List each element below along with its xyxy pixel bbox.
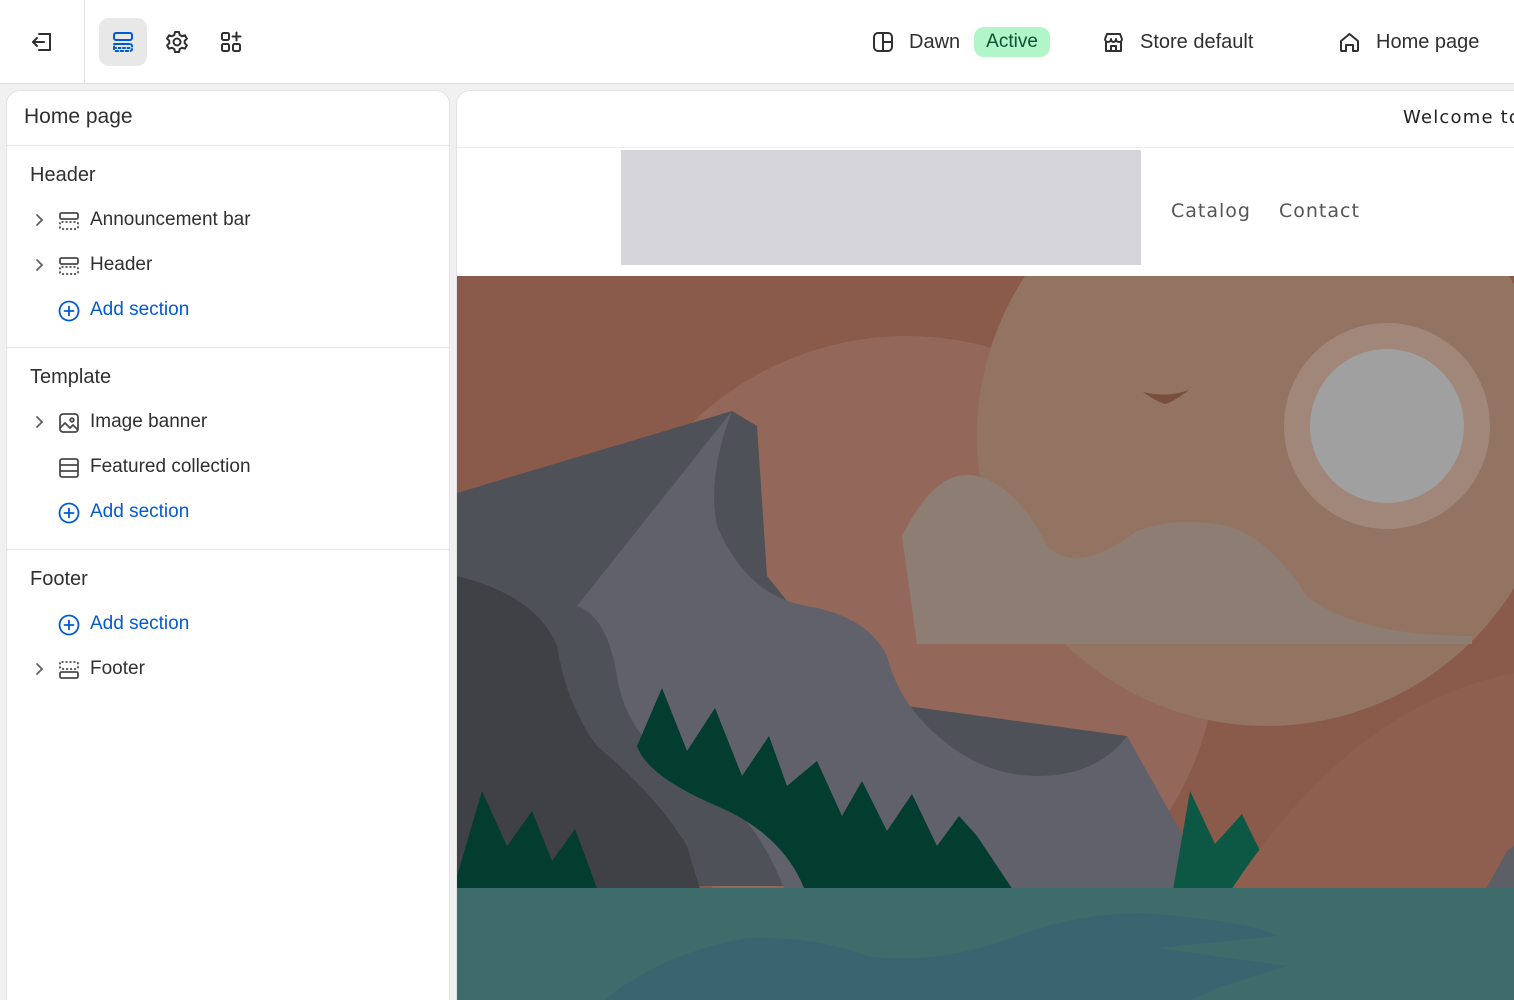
store-header[interactable]: Catalog Contact: [457, 148, 1514, 276]
store-preview: Welcome to Catalog Contact: [456, 90, 1514, 1000]
template-group: Template Image banner Featured collectio…: [7, 348, 449, 550]
announcement-bar[interactable]: Welcome to: [457, 91, 1514, 148]
theme-selector[interactable]: Dawn Active: [871, 22, 1050, 62]
theme-settings-button[interactable]: [153, 18, 201, 66]
editor-topbar: Dawn Active Store default Home page: [0, 0, 1514, 84]
chevron-right-icon[interactable]: [31, 212, 47, 228]
section-announcement-bar[interactable]: Announcement bar: [7, 198, 449, 243]
chevron-right-icon[interactable]: [31, 414, 47, 430]
group-title: Footer: [30, 568, 88, 590]
chevron-right-icon[interactable]: [31, 257, 47, 273]
add-section-label: Add section: [90, 501, 190, 522]
section-icon: [57, 254, 81, 278]
plus-circle-icon: [57, 501, 81, 525]
section-label: Image banner: [90, 411, 208, 432]
theme-status-badge: Active: [974, 27, 1050, 57]
image-icon: [57, 411, 81, 435]
section-footer[interactable]: Footer: [7, 647, 449, 692]
sections-sidebar: Home page Header Announcement bar Header: [6, 90, 450, 1000]
chevron-right-icon[interactable]: [31, 661, 47, 677]
market-label: Store default: [1140, 30, 1254, 53]
section-icon: [57, 658, 81, 682]
section-featured-collection[interactable]: Featured collection: [7, 445, 449, 490]
sections-icon: [110, 29, 136, 55]
add-section-label: Add section: [90, 299, 190, 320]
section-icon: [57, 456, 81, 480]
section-label: Footer: [90, 658, 145, 679]
nav-link-catalog[interactable]: Catalog: [1171, 200, 1251, 222]
section-label: Header: [90, 254, 153, 275]
plus-circle-icon: [57, 299, 81, 323]
app-embeds-button[interactable]: [207, 18, 255, 66]
gear-icon: [164, 29, 190, 55]
add-section-label: Add section: [90, 613, 190, 634]
section-label: Featured collection: [90, 456, 251, 477]
home-icon: [1337, 30, 1362, 55]
add-section-button[interactable]: Add section: [7, 288, 449, 333]
template-selector[interactable]: Home page: [1337, 22, 1479, 62]
group-title: Header: [30, 164, 96, 186]
theme-icon: [871, 30, 895, 54]
theme-name: Dawn: [909, 30, 961, 53]
template-label: Home page: [1376, 30, 1480, 53]
exit-zone: [0, 0, 85, 84]
store-icon: [1101, 30, 1126, 55]
apps-icon: [218, 29, 244, 55]
add-section-button[interactable]: Add section: [7, 602, 449, 647]
exit-icon[interactable]: [28, 28, 56, 56]
group-title: Template: [30, 366, 112, 388]
nav-link-contact[interactable]: Contact: [1279, 200, 1360, 222]
header-group: Header Announcement bar Header Add secti…: [7, 146, 449, 348]
section-icon: [57, 209, 81, 233]
section-header[interactable]: Header: [7, 243, 449, 288]
banner-sun: [1310, 349, 1464, 503]
section-label: Announcement bar: [90, 209, 251, 230]
logo-placeholder[interactable]: [621, 150, 1141, 265]
image-banner[interactable]: [457, 276, 1514, 1000]
footer-group: Footer Add section Footer: [7, 550, 449, 706]
plus-circle-icon: [57, 613, 81, 637]
announcement-text: Welcome to: [1403, 107, 1514, 128]
add-section-button[interactable]: Add section: [7, 490, 449, 535]
section-image-banner[interactable]: Image banner: [7, 400, 449, 445]
sidebar-title: Home page: [7, 91, 449, 146]
market-selector[interactable]: Store default: [1101, 22, 1253, 62]
sections-tool-button[interactable]: [99, 18, 147, 66]
